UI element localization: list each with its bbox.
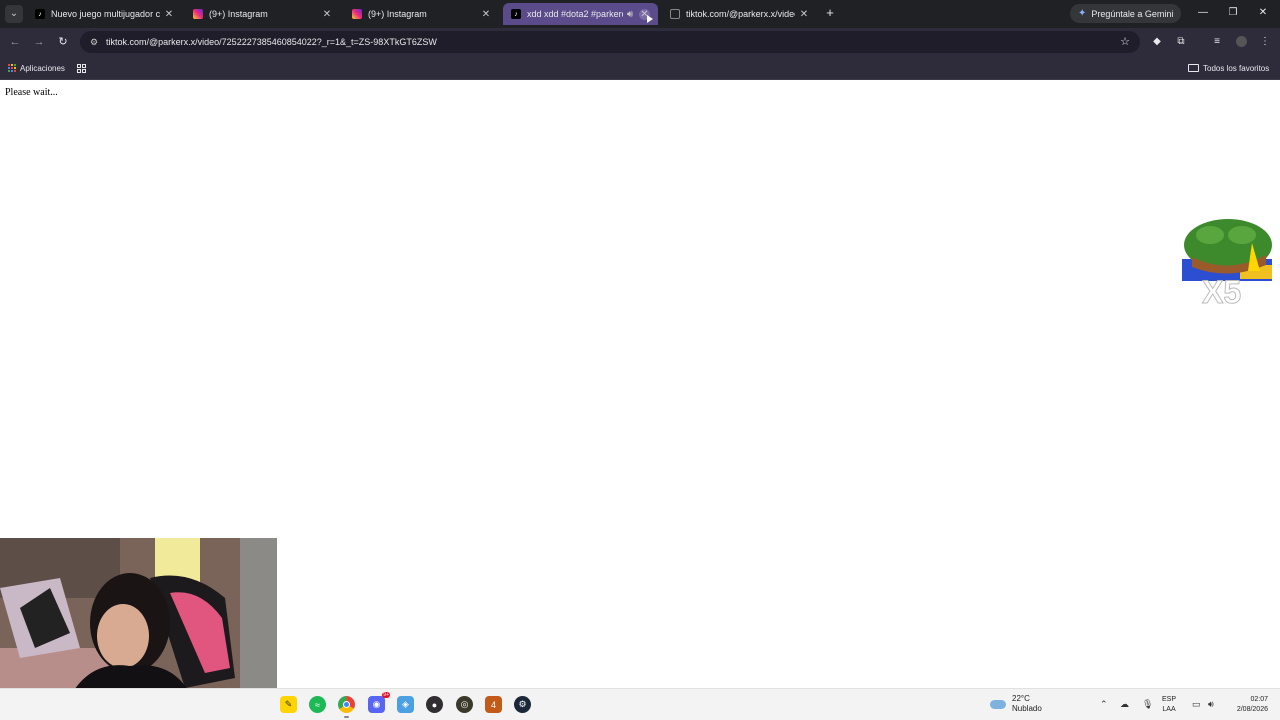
bookmark-star-icon[interactable]: ☆ [1120,35,1130,48]
obs-icon[interactable]: ● [426,696,443,713]
onedrive-icon[interactable]: ☁ [1120,699,1129,710]
reload-icon[interactable]: ↻ [56,35,70,49]
extensions-puzzle-icon[interactable]: ⧉ [1174,35,1188,49]
lang-line-2: LAA [1162,706,1176,713]
tiktok-icon: ♪ [35,9,45,19]
microphone-icon[interactable]: 🎙︎ [1142,699,1153,710]
tab-2[interactable]: (9+) Instagram ✕ [185,3,340,25]
speaker-icon[interactable]: 🔊︎ [625,9,635,20]
browser-toolbar: ← → ↻ ⚙ tiktok.com/@parkerx.x/video/7252… [0,28,1280,56]
chrome-icon[interactable] [338,696,355,718]
gemini-label: Pregúntale a Gemini [1091,8,1174,19]
bookmarks-bar: Aplicaciones Todos los favoritos [0,56,1280,80]
weather-widget[interactable]: 22°C Nublado [990,694,1042,714]
apps-bookmark[interactable]: Aplicaciones [8,61,65,75]
close-icon[interactable]: ✕ [164,9,174,20]
loading-icon [670,9,680,19]
notification-badge: 9+ [382,692,390,698]
close-icon[interactable]: ✕ [799,9,809,20]
tiktok-icon: ♪ [511,9,521,19]
address-bar[interactable]: ⚙ tiktok.com/@parkerx.x/video/7252227385… [80,31,1140,53]
new-tab-button[interactable]: + [823,6,837,20]
tab-groups-button[interactable] [77,61,86,75]
app-icon[interactable]: 4 [485,696,502,713]
time-text: 02:07 [1250,696,1268,703]
forward-icon[interactable]: → [32,35,46,49]
apps-label: Aplicaciones [20,63,65,73]
tab-search-button[interactable]: ⌄ [5,5,23,23]
minimize-icon[interactable]: — [1196,6,1210,20]
tab-4-active[interactable]: ♪ xdd xdd #dota2 #parkerdota 🔊︎ ✕ [503,3,658,25]
instagram-icon [352,9,362,19]
gemini-button[interactable]: ✦ Pregúntale a Gemini [1070,4,1182,23]
grid-icon [77,63,86,73]
tab-5[interactable]: tiktok.com/@parkerx.x/video/7 ✕ [662,3,817,25]
tab-strip: ⌄ ♪ Nuevo juego multijugador coop ✕ (9+)… [0,0,1280,28]
weather-temp: 22°C [1012,694,1030,703]
tab-title: (9+) Instagram [209,9,268,19]
language-indicator[interactable]: ESP LAA [1162,695,1176,715]
clock[interactable]: 02:07 2/08/2026 [1228,695,1268,715]
folder-icon [1188,64,1199,72]
lang-line-1: ESP [1162,696,1177,703]
tab-3[interactable]: (9+) Instagram ✕ [344,3,499,25]
cloud-icon [990,699,1006,709]
site-info-icon[interactable]: ⚙ [88,36,100,48]
weather-desc: Nublado [1012,704,1042,713]
windows-taskbar: ✎ ≈ ◉ 9+ ◈ ● ◎ 4 ⚙ 22°C Nublado ⌃ ☁ 🎙︎ E… [0,688,1280,720]
close-window-icon[interactable]: ✕ [1256,6,1270,20]
tab-title: (9+) Instagram [368,9,427,19]
chevron-up-icon[interactable]: ⌃ [1100,699,1108,710]
apps-icon [8,64,16,72]
steam-icon[interactable]: ⚙ [514,696,531,713]
spotify-icon[interactable]: ≈ [309,696,326,713]
app-icon[interactable]: ◎ [456,696,473,713]
url-text: tiktok.com/@parkerx.x/video/725222738546… [106,37,437,47]
profile-avatar[interactable] [1234,35,1248,49]
all-bookmarks-label: Todos los favoritos [1203,63,1270,73]
gemini-icon: ✦ [1078,8,1087,19]
media-controls-icon[interactable]: ≡ [1210,35,1224,49]
notes-icon[interactable]: ✎ [280,696,297,713]
restore-icon[interactable]: ❐ [1226,6,1240,20]
volume-icon[interactable]: 🔊︎ [1208,699,1214,710]
close-icon[interactable]: ✕ [322,9,332,20]
network-icon[interactable]: ▭ [1192,699,1201,710]
tab-1[interactable]: ♪ Nuevo juego multijugador coop ✕ [27,3,182,25]
mouse-cursor-icon [647,15,653,23]
instagram-icon [193,9,203,19]
tab-title: tiktok.com/@parkerx.x/video/7 [686,9,795,19]
date-text: 2/08/2026 [1236,706,1268,713]
multiplier-badge: X5 [1202,274,1241,310]
app-icon[interactable]: ◈ [397,696,414,713]
all-bookmarks-button[interactable]: Todos los favoritos [1188,61,1269,75]
menu-icon[interactable]: ⋮ [1258,35,1272,49]
close-icon[interactable]: ✕ [481,9,491,20]
frog-emote-overlay: X5 [1182,219,1272,311]
loading-status-text: Please wait... [5,87,58,98]
tab-title: xdd xdd #dota2 #parkerdota [527,9,623,19]
tab-title: Nuevo juego multijugador coop [51,9,160,19]
discord-icon[interactable]: ◉ 9+ [368,692,390,713]
extension-icon[interactable]: ◆ [1150,35,1164,49]
back-icon[interactable]: ← [8,35,22,49]
